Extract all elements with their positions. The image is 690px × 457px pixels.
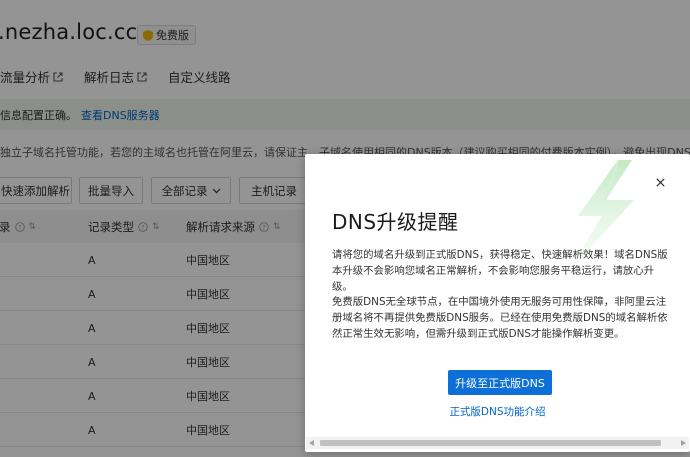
close-button[interactable] bbox=[653, 175, 667, 189]
dialog-paragraph-upgrade: 请将您的域名升级到正式版DNS，获得稳定、快速解析效果！域名DNS版本升级不会影… bbox=[332, 249, 668, 293]
close-icon bbox=[655, 177, 665, 187]
scroll-left-icon[interactable] bbox=[309, 440, 314, 446]
dns-upgrade-dialog: DNS升级提醒 请将您的域名升级到正式版DNS，获得稳定、快速解析效果！域名DN… bbox=[305, 154, 690, 452]
horizontal-scrollbar[interactable] bbox=[306, 437, 689, 449]
upgrade-dns-button[interactable]: 升级至正式版DNS bbox=[448, 370, 552, 395]
dialog-paragraph-free-plan: 免费版DNS无全球节点，在中国境外使用无服务可用性保障，非阿里云注册域名将不再提… bbox=[332, 296, 668, 340]
scrollbar-thumb[interactable] bbox=[320, 440, 661, 446]
dns-feature-intro-link[interactable]: 正式版DNS功能介绍 bbox=[305, 404, 690, 419]
scroll-right-icon[interactable] bbox=[681, 440, 686, 446]
dialog-title: DNS升级提醒 bbox=[332, 210, 459, 234]
